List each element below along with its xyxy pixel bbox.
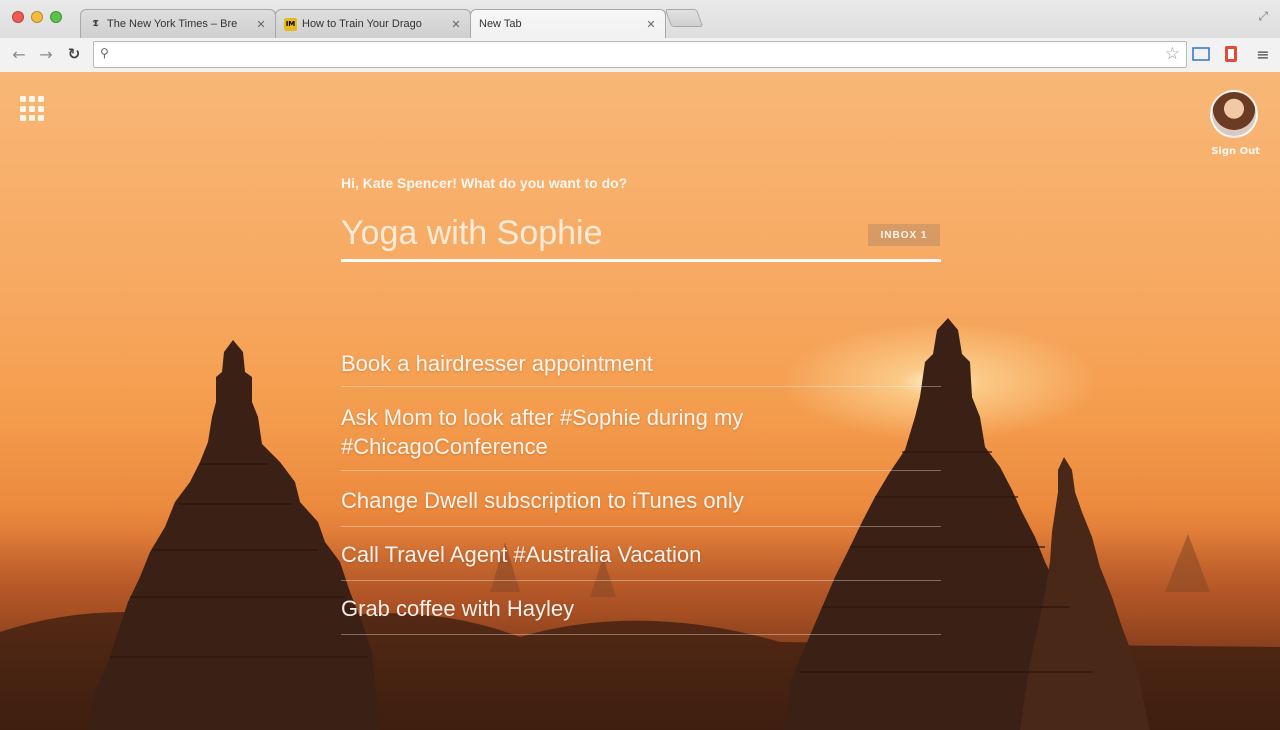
extension-icon[interactable]: [1221, 44, 1241, 64]
browser-toolbar: ← → ↻ ⚲ ☆ ≡: [0, 38, 1280, 72]
close-window-button[interactable]: [12, 11, 24, 23]
tab-title: The New York Times – Bre: [107, 18, 238, 30]
nyt-icon: 𝕿: [92, 19, 99, 29]
imdb-icon: IM: [284, 17, 297, 31]
task-item[interactable]: Grab coffee with Hayley: [341, 594, 941, 623]
tab-title: New Tab: [479, 18, 522, 30]
forward-button[interactable]: →: [35, 43, 57, 65]
menu-icon[interactable]: ≡: [1253, 44, 1273, 64]
task-divider: [341, 634, 941, 635]
task-divider: [341, 470, 941, 471]
task-divider: [341, 580, 941, 581]
task-item[interactable]: Ask Mom to look after #Sophie during my …: [341, 403, 941, 461]
fullscreen-icon[interactable]: ⤢: [1258, 9, 1268, 24]
tab-nyt[interactable]: 𝕿 The New York Times – Bre ✕: [80, 9, 276, 38]
cast-extension-icon[interactable]: [1191, 44, 1211, 64]
close-tab-icon[interactable]: ✕: [450, 18, 462, 31]
browser-chrome: 𝕿 The New York Times – Bre ✕ IM How to T…: [0, 0, 1280, 72]
avatar[interactable]: [1210, 90, 1258, 138]
address-bar[interactable]: ⚲ ☆: [93, 41, 1187, 68]
task-divider: [341, 386, 941, 387]
minimize-window-button[interactable]: [31, 11, 43, 23]
bookmark-star-icon[interactable]: ☆: [1165, 44, 1180, 64]
sign-out-link[interactable]: Sign Out: [1211, 146, 1260, 157]
apps-grid-icon[interactable]: [20, 96, 46, 122]
task-input[interactable]: [341, 208, 941, 262]
new-tab-button[interactable]: [664, 9, 704, 27]
task-item[interactable]: Change Dwell subscription to iTunes only: [341, 486, 941, 515]
search-icon: ⚲: [100, 46, 109, 60]
tab-title: How to Train Your Drago: [302, 18, 422, 30]
reload-button[interactable]: ↻: [63, 43, 85, 65]
tab-new-tab[interactable]: New Tab ✕: [470, 9, 666, 38]
close-tab-icon[interactable]: ✕: [255, 18, 267, 31]
task-item[interactable]: Book a hairdresser appointment: [341, 349, 941, 378]
new-tab-page: Sign Out Hi, Kate Spencer! What do you w…: [0, 72, 1280, 730]
task-item[interactable]: Call Travel Agent #Australia Vacation: [341, 540, 941, 569]
greeting-text: Hi, Kate Spencer! What do you want to do…: [341, 175, 628, 191]
tab-imdb[interactable]: IM How to Train Your Drago ✕: [275, 9, 471, 38]
temple-silhouettes: [0, 318, 1280, 730]
close-tab-icon[interactable]: ✕: [645, 18, 657, 31]
task-divider: [341, 526, 941, 527]
inbox-badge[interactable]: INBOX 1: [868, 224, 940, 246]
back-button[interactable]: ←: [8, 43, 30, 65]
window-controls: [12, 11, 62, 23]
zoom-window-button[interactable]: [50, 11, 62, 23]
